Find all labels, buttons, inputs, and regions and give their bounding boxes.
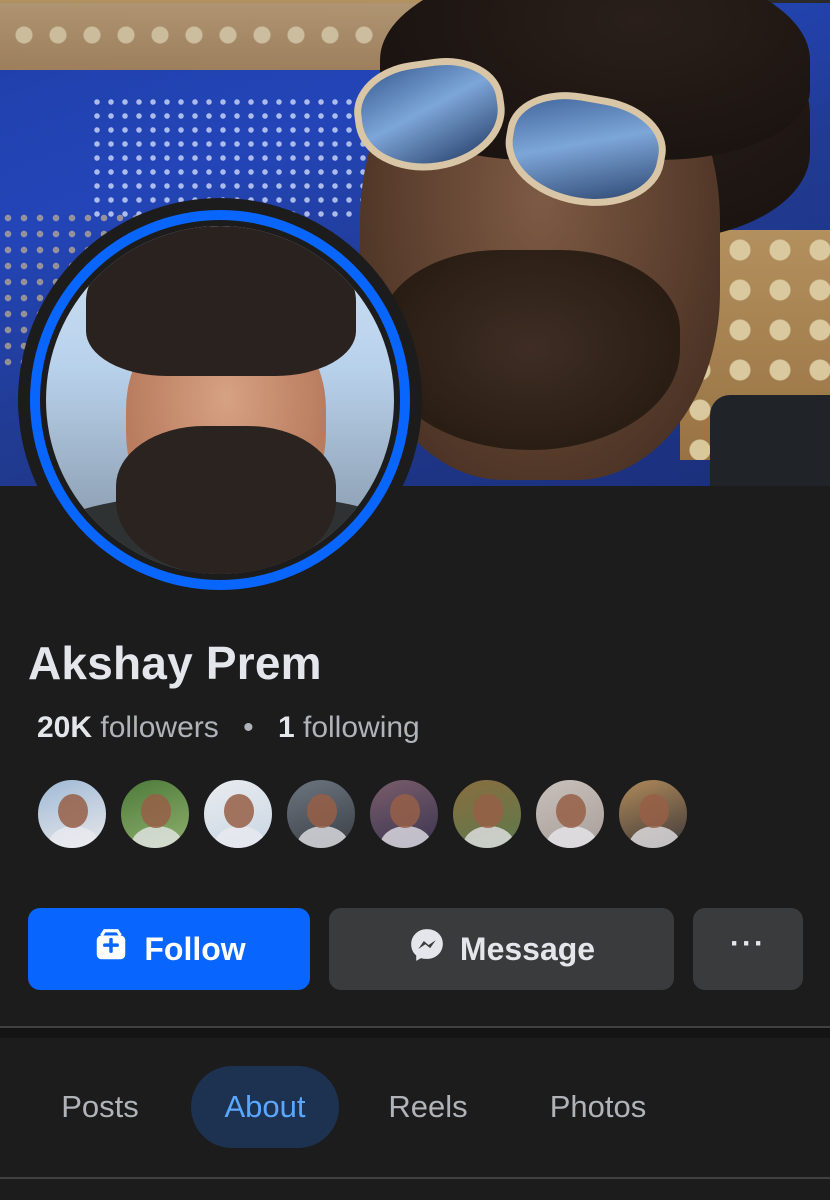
follower-avatar[interactable] [368,778,440,850]
stats-separator: • [243,711,254,744]
message-label: Message [459,930,596,967]
follow-add-icon [92,926,130,972]
profile-page: Akshay Prem 20K followers • 1 following … [0,0,830,1200]
profile-name: Akshay Prem [28,637,322,689]
tab-about[interactable]: About [191,1066,339,1148]
following-label[interactable]: following [303,711,420,744]
follower-avatar[interactable] [451,778,523,850]
follower-avatar[interactable] [285,778,357,850]
following-count[interactable]: 1 [278,711,295,744]
profile-picture[interactable] [46,226,394,574]
messenger-icon [408,926,446,972]
follower-avatar[interactable] [202,778,274,850]
tab-reels[interactable]: Reels [368,1066,488,1148]
follower-avatar[interactable] [617,778,689,850]
follower-avatar[interactable] [534,778,606,850]
followers-count[interactable]: 20K [37,711,92,744]
message-button[interactable]: Message [329,908,674,990]
follower-avatar[interactable] [119,778,191,850]
follower-avatars [36,778,689,852]
follow-button[interactable]: Follow [28,908,310,990]
tabs-divider [0,1177,830,1179]
tab-photos[interactable]: Photos [528,1066,668,1148]
follow-stats: 20K followers • 1 following [37,711,420,745]
follower-avatar[interactable] [36,778,108,850]
followers-label[interactable]: followers [100,711,218,744]
more-options-button[interactable]: ··· [693,908,803,990]
more-dots-icon: ··· [730,927,766,960]
follow-label: Follow [144,930,246,967]
tab-posts[interactable]: Posts [40,1066,160,1148]
